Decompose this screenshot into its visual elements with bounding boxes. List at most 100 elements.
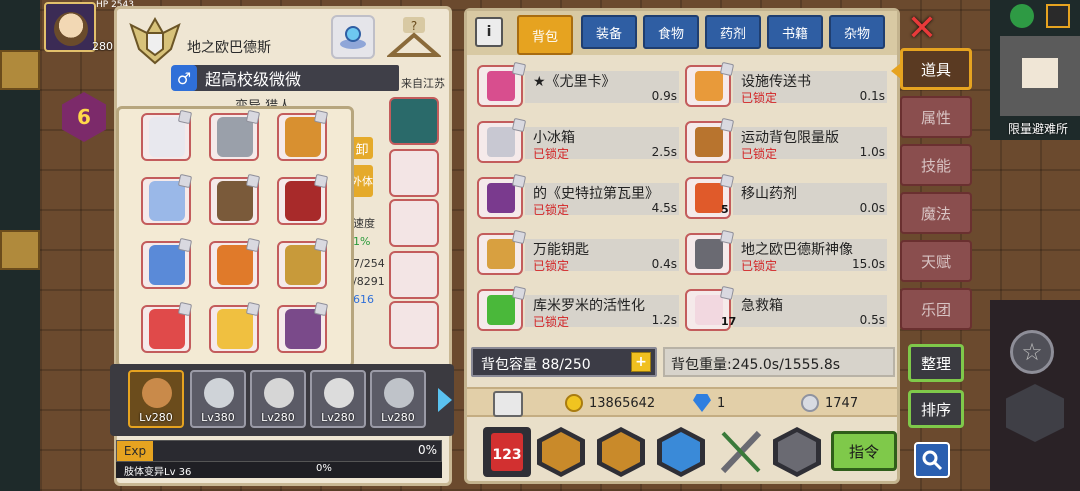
swap-button[interactable] (773, 427, 821, 477)
gold-display: 13865642 (565, 394, 655, 412)
tab-misc[interactable]: 杂物 (829, 15, 885, 49)
item-icon (477, 229, 527, 275)
party-level: Lv280 (139, 411, 173, 424)
crystal-slot[interactable] (389, 251, 439, 299)
minimap-location: 限量避难所 (1008, 122, 1069, 136)
road-skill-button[interactable] (537, 427, 585, 477)
tab-backpack[interactable]: 背包 (517, 15, 573, 55)
item-weight: 0.1s (859, 89, 885, 103)
party-member-4[interactable]: Lv280 (310, 370, 366, 428)
gem-icon (693, 394, 711, 412)
equip-slot-cloak[interactable] (277, 173, 329, 225)
equip-slot-armor[interactable] (209, 173, 261, 225)
item-icon (477, 285, 527, 331)
item-icon (477, 173, 527, 219)
minimap[interactable] (1000, 36, 1080, 116)
star-favorite-icon[interactable]: ☆ (1010, 330, 1054, 374)
ring-slot[interactable] (389, 301, 439, 349)
exit-icon[interactable] (1046, 4, 1070, 28)
list-item[interactable]: 17 急救箱 0.5s (685, 285, 891, 333)
expand-capacity-button[interactable]: + (631, 352, 651, 372)
numbered-list-button[interactable]: 123 (483, 427, 531, 477)
item-list: ★《尤里卡》 0.9s 设施传送书 已锁定 0.1s 小冰箱 已锁定 2.5s … (477, 61, 893, 341)
weight-text: 背包重量:245.0s/1555.8s (671, 357, 841, 373)
equip-slot-ring[interactable] (141, 173, 193, 225)
party-member-1[interactable]: Lv280 (128, 370, 184, 428)
info-button[interactable]: i (475, 17, 503, 47)
tidy-button[interactable]: 整理 (908, 344, 964, 382)
body-tag[interactable]: 外体 (351, 165, 373, 197)
list-item[interactable]: 万能钥匙 已锁定 0.4s (477, 229, 683, 277)
item-name: 运动背包限量版 (741, 130, 839, 146)
relic-button[interactable] (331, 15, 375, 59)
crossed-weapons-icon (720, 430, 762, 474)
unequip-tag[interactable]: 卸 (351, 137, 373, 159)
amulet-slot[interactable] (389, 97, 439, 145)
equip-slot-helmet[interactable] (209, 109, 261, 161)
party-strip: Lv280 Lv380 Lv280 Lv280 Lv280 (110, 364, 454, 436)
list-item[interactable]: 库米罗米的活性化 已锁定 1.2s (477, 285, 683, 333)
pumpkin-slot[interactable] (389, 149, 439, 197)
player-portrait[interactable] (44, 2, 96, 52)
item-locked: 已锁定 (741, 147, 778, 161)
equip-slot-spear[interactable] (141, 301, 193, 353)
network-globe-icon (1010, 4, 1034, 28)
flask-skill-button[interactable] (657, 427, 705, 477)
side-tab-band[interactable]: 乐团 (900, 288, 972, 330)
player-origin: 来自江苏 (401, 77, 445, 90)
equip-slot-pumpkin[interactable] (209, 237, 261, 289)
tab-potion[interactable]: 药剂 (705, 15, 761, 49)
equip-slot-chicken[interactable] (209, 301, 261, 353)
equip-slot-blade[interactable] (277, 301, 329, 353)
relic-icon (340, 26, 366, 49)
sort-button[interactable]: 排序 (908, 390, 964, 428)
weapon-skill-button[interactable] (717, 427, 765, 477)
token-amount: 1747 (825, 395, 859, 411)
item-name: 万能钥匙 (533, 242, 589, 258)
shuriken-skill-button[interactable] (597, 427, 645, 477)
item-weight: 0.5s (859, 313, 885, 327)
side-tab-skills[interactable]: 技能 (900, 144, 972, 186)
equip-slot-boots[interactable] (141, 237, 193, 289)
party-member-5[interactable]: Lv280 (370, 370, 426, 428)
side-tab-items[interactable]: 道具 (891, 48, 972, 90)
drop-item-icon[interactable] (493, 391, 523, 417)
list-item[interactable]: 设施传送书 已锁定 0.1s (685, 61, 891, 109)
equip-slot-crown[interactable] (277, 109, 329, 161)
gem-amount: 1 (717, 395, 726, 411)
item-locked: 已锁定 (533, 315, 570, 329)
mutation-label: 肢体变异Lv 36 (124, 467, 192, 478)
party-level: Lv380 (201, 411, 235, 424)
command-button[interactable]: 指令 (831, 431, 897, 471)
party-member-3[interactable]: Lv280 (250, 370, 306, 428)
list-item[interactable]: 地之欧巴德斯神像 已锁定 15.0s (685, 229, 891, 277)
list-item[interactable]: 小冰箱 已锁定 2.5s (477, 117, 683, 165)
tab-food[interactable]: 食物 (643, 15, 699, 49)
side-tab-magic[interactable]: 魔法 (900, 192, 972, 234)
item-weight: 1.0s (859, 145, 885, 159)
item-weight: 4.5s (651, 201, 677, 215)
tab-equipment[interactable]: 装备 (581, 15, 637, 49)
item-weight: 15.0s (852, 257, 885, 271)
wardrobe-hanger-icon[interactable]: ? (387, 17, 441, 61)
list-item[interactable]: ★《尤里卡》 0.9s (477, 61, 683, 109)
treasure-slot[interactable] (389, 199, 439, 247)
item-weight: 2.5s (651, 145, 677, 159)
list-item[interactable]: 5 移山药剂 0.0s (685, 173, 891, 221)
search-button[interactable] (914, 442, 950, 478)
side-tab-talent[interactable]: 天赋 (900, 240, 972, 282)
close-icon[interactable]: ✕ (906, 11, 938, 47)
equip-slot-crossbow[interactable] (277, 237, 329, 289)
list-item[interactable]: 运动背包限量版 已锁定 1.0s (685, 117, 891, 165)
party-member-2[interactable]: Lv380 (190, 370, 246, 428)
male-gender-icon: ♂ (171, 65, 197, 91)
party-next-arrow-icon[interactable] (438, 388, 452, 412)
side-tab-attributes[interactable]: 属性 (900, 96, 972, 138)
equip-slot-gauntlet[interactable] (141, 109, 193, 161)
item-weight: 0.4s (651, 257, 677, 271)
tab-books[interactable]: 书籍 (767, 15, 823, 49)
item-icon (477, 117, 527, 163)
hero-name: 地之欧巴德斯 (187, 40, 271, 56)
party-level: Lv280 (261, 411, 295, 424)
list-item[interactable]: 的《史特拉第瓦里》 已锁定 4.5s (477, 173, 683, 221)
